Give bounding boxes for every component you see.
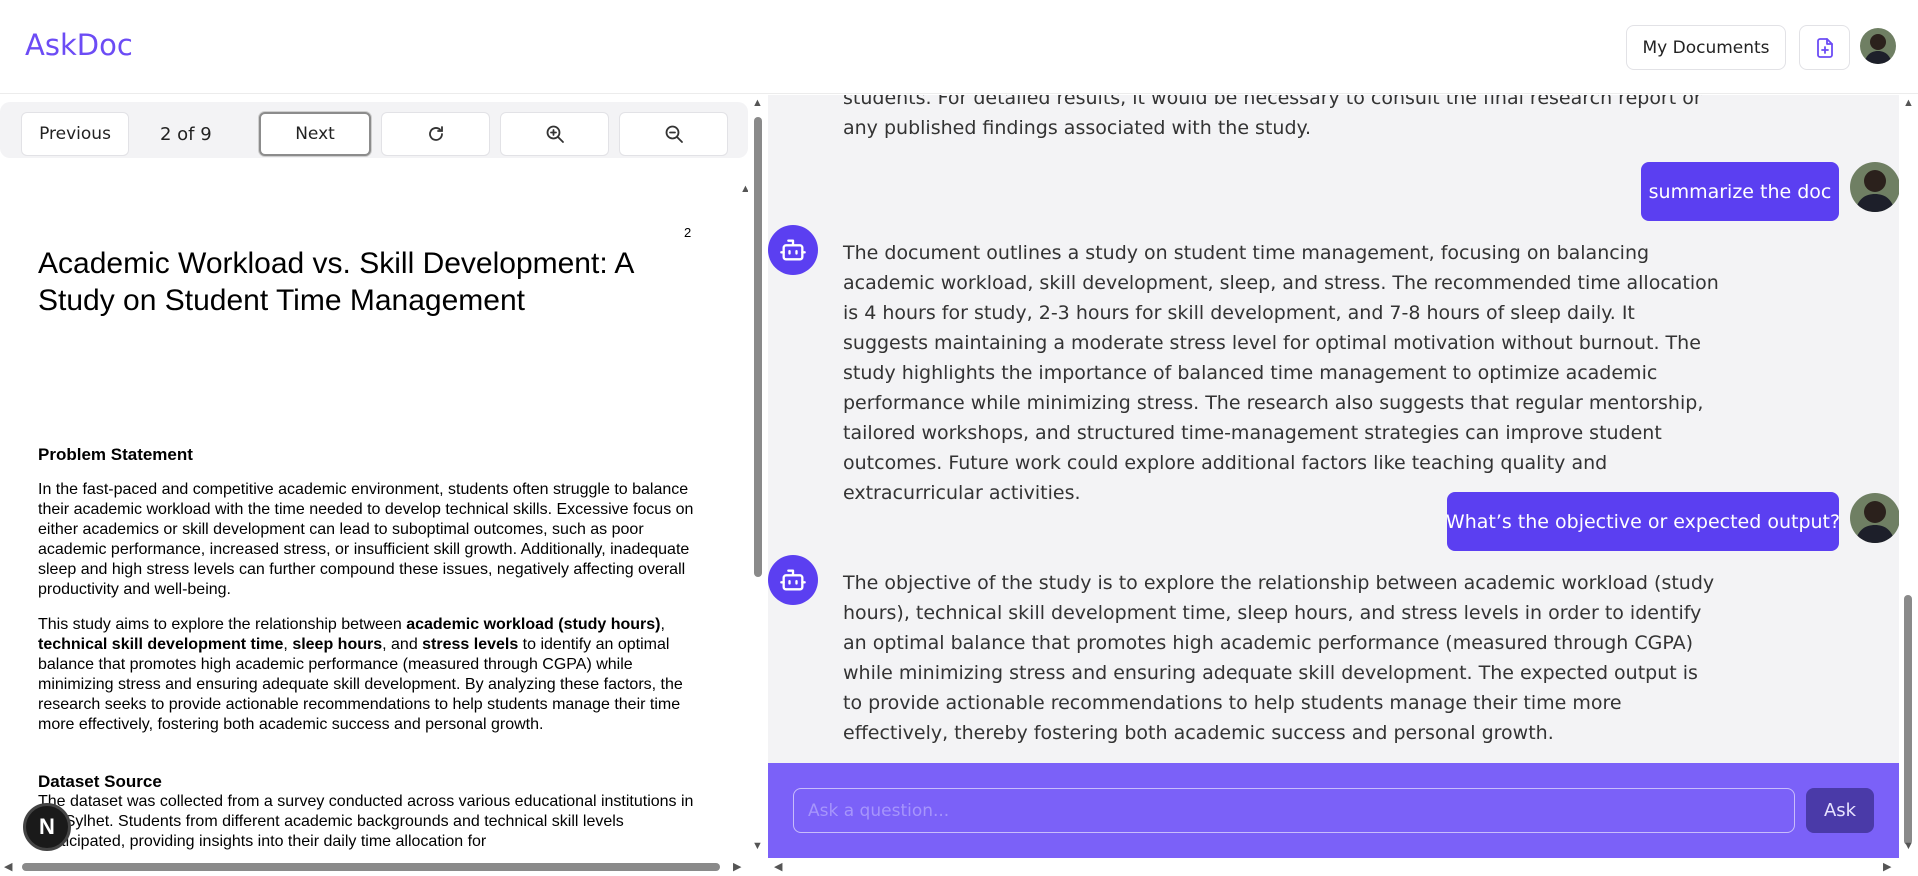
robot-icon — [780, 239, 806, 261]
zoom-in-icon — [546, 125, 564, 143]
user-message-avatar — [1850, 162, 1899, 212]
zoom-in-button[interactable] — [500, 112, 609, 156]
file-plus-icon — [1816, 37, 1833, 58]
pdf-page-number: 2 — [684, 225, 692, 240]
scroll-right-arrow-icon[interactable]: ▶ — [733, 860, 741, 873]
user-message-bubble: summarize the doc — [1641, 162, 1839, 221]
aim-paragraph: This study aims to explore the relations… — [38, 615, 698, 735]
chat-input-bar: Ask — [768, 763, 1899, 858]
scrollbar-thumb[interactable] — [1904, 595, 1912, 845]
user-avatar[interactable] — [1860, 28, 1896, 64]
problem-statement-text: In the fast-paced and competitive academ… — [38, 481, 694, 598]
page-scroll-up-icon[interactable]: ▲ — [740, 183, 748, 195]
chat-panel: students. For detailed results, it would… — [768, 95, 1899, 763]
rotate-icon — [428, 126, 443, 141]
app-header: AskDoc My Documents — [0, 0, 1918, 94]
page-indicator: 2 of 9 — [160, 124, 212, 145]
scroll-left-arrow-icon[interactable]: ◀ — [4, 860, 12, 873]
pdf-viewer: Previous 2 of 9 Next ▲ 2 Academic Worklo… — [0, 95, 748, 876]
document-title: Academic Workload vs. Skill Development:… — [38, 247, 633, 317]
pdf-vertical-scrollbar[interactable]: ▲ ▼ — [748, 95, 766, 855]
problem-statement-heading: Problem Statement — [38, 445, 193, 464]
bot-message-text: students. For detailed results, it would… — [843, 95, 1702, 139]
scrollbar-thumb[interactable] — [22, 863, 720, 871]
scrollbar-thumb[interactable] — [754, 117, 762, 577]
scroll-up-arrow-icon[interactable]: ▲ — [752, 97, 763, 109]
aim-bold-text: stress levels — [422, 636, 519, 653]
scroll-left-arrow-icon[interactable]: ◀ — [774, 860, 782, 873]
aim-text: This study aims to explore the relations… — [38, 616, 407, 633]
rotate-button[interactable] — [381, 112, 490, 156]
user-photo-icon — [1860, 28, 1896, 64]
user-photo-icon — [1850, 162, 1899, 212]
scroll-up-arrow-icon[interactable]: ▲ — [1903, 97, 1914, 109]
scroll-down-arrow-icon[interactable]: ▼ — [1903, 840, 1914, 852]
bot-avatar — [768, 225, 818, 275]
chat-horizontal-scrollbar[interactable]: ◀ ▶ — [768, 858, 1918, 876]
next-devtools-button[interactable]: N — [23, 803, 71, 851]
app-logo[interactable]: AskDoc — [25, 28, 133, 62]
my-documents-button[interactable]: My Documents — [1626, 25, 1786, 70]
next-page-button[interactable]: Next — [259, 112, 371, 156]
ask-button[interactable]: Ask — [1806, 788, 1874, 833]
scroll-right-arrow-icon[interactable]: ▶ — [1883, 860, 1891, 873]
pdf-toolbar: Previous 2 of 9 Next — [0, 102, 748, 158]
zoom-out-icon — [665, 125, 683, 143]
dataset-source-heading: Dataset Source — [38, 772, 162, 791]
scroll-down-arrow-icon[interactable]: ▼ — [752, 840, 763, 852]
user-message-avatar — [1850, 493, 1899, 543]
bot-message-text: The document outlines a study on student… — [843, 242, 1719, 504]
aim-bold-text: sleep hours — [292, 636, 383, 653]
user-message-bubble: What’s the objective or expected output? — [1446, 492, 1840, 551]
previous-page-button[interactable]: Previous — [21, 112, 129, 156]
user-photo-icon — [1850, 493, 1899, 543]
aim-bold-text: technical skill development time — [38, 636, 284, 653]
upload-document-button[interactable] — [1799, 25, 1850, 70]
bot-avatar — [768, 555, 818, 605]
chat-vertical-scrollbar[interactable]: ▲ ▼ — [1899, 95, 1918, 858]
aim-bold-text: academic workload (study hours) — [406, 616, 661, 633]
zoom-out-button[interactable] — [619, 112, 728, 156]
bot-message-text: The objective of the study is to explore… — [843, 572, 1715, 744]
aim-text: , — [660, 616, 665, 633]
aim-text: , — [283, 636, 293, 653]
dataset-source-text: The dataset was collected from a survey … — [38, 793, 694, 850]
pdf-horizontal-scrollbar[interactable]: ◀ ▶ — [0, 858, 748, 876]
aim-text: , and — [382, 636, 423, 653]
question-input[interactable] — [793, 788, 1795, 833]
robot-icon — [780, 569, 806, 591]
